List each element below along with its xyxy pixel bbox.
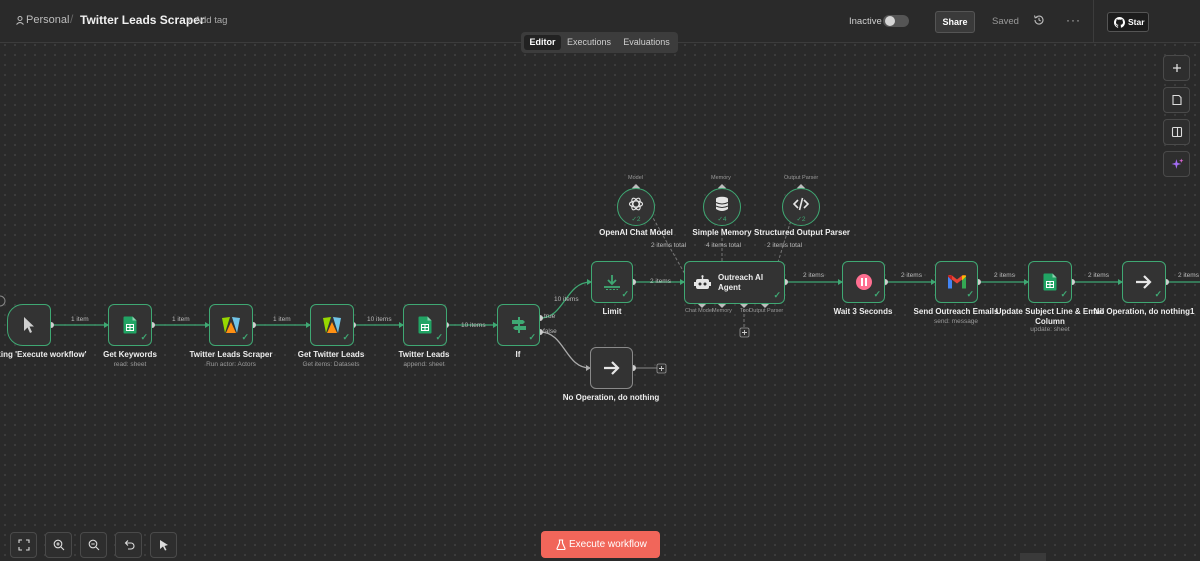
- cursor-icon: [160, 540, 168, 551]
- pause-icon: [855, 274, 872, 290]
- zoom-in-icon: [53, 539, 65, 551]
- success-check: ✓: [140, 332, 148, 342]
- edge-label-gmail: 2 items: [901, 272, 922, 279]
- database-icon: [715, 197, 729, 212]
- canvas-left-handle: [0, 295, 6, 307]
- execute-workflow-button[interactable]: Execute workflow: [541, 531, 660, 558]
- node-if[interactable]: ✓: [497, 304, 540, 346]
- success-check: ✓: [1060, 289, 1068, 299]
- robot-icon: [694, 275, 711, 289]
- memory-total-label: 4 items total: [706, 242, 742, 249]
- cursor-icon: [24, 317, 34, 333]
- zoom-out-button[interactable]: [80, 532, 107, 558]
- gmail-icon: [947, 275, 966, 289]
- edge-label-4: 10 items: [367, 316, 392, 323]
- apify-icon: [222, 317, 240, 333]
- node-label-agent: Outreach AI Agent: [718, 273, 764, 292]
- tidy-up-button[interactable]: [150, 532, 177, 558]
- node-update-subject-line[interactable]: ✓: [1028, 261, 1072, 303]
- node-get-twitter-leads[interactable]: ✓: [310, 304, 354, 346]
- edge-label-agent: 2 items: [650, 278, 671, 285]
- edge-label-5: 10 items: [461, 322, 486, 329]
- node-wait[interactable]: ✓: [842, 261, 885, 303]
- node-simple-memory[interactable]: ✓4: [703, 188, 741, 226]
- success-check: ✓: [435, 332, 443, 342]
- node-label-limit: Limit: [602, 307, 622, 316]
- plus-after-noop: [656, 363, 667, 374]
- node-structured-output-parser[interactable]: ✓2: [782, 188, 820, 226]
- zoom-in-button[interactable]: [45, 532, 72, 558]
- node-limit[interactable]: ✓: [591, 261, 633, 303]
- success-check: ✓: [342, 332, 350, 342]
- parser-total-label: 2 items total: [767, 242, 803, 249]
- agent-port-memory: Memory: [712, 308, 732, 314]
- memory-count: ✓4: [717, 216, 727, 223]
- if-false-label: false: [543, 328, 557, 335]
- edge-label-wait: 2 items: [803, 272, 824, 279]
- node-send-outreach-emails[interactable]: ✓: [935, 261, 978, 303]
- edge-label-2: 1 item: [172, 316, 190, 323]
- node-openai-chat-model[interactable]: ✓2: [617, 188, 655, 226]
- agent-port-output-parser: Output Parser: [749, 308, 784, 314]
- apify-icon: [323, 317, 341, 333]
- limit-icon: [604, 275, 620, 290]
- edge-label-update: 2 items: [994, 272, 1015, 279]
- success-check: ✓: [1154, 289, 1162, 299]
- node-no-operation-1[interactable]: ✓: [1122, 261, 1166, 303]
- edge-label-1: 1 item: [71, 316, 89, 323]
- agent-port-chat-model: Chat Model: [685, 308, 714, 314]
- success-check: ✓: [773, 290, 781, 300]
- success-check: ✓: [873, 289, 881, 299]
- openai-icon: [628, 198, 644, 211]
- google-sheets-icon: [1043, 273, 1057, 291]
- success-check: ✓: [966, 289, 974, 299]
- success-check: ✓: [528, 332, 536, 342]
- google-sheets-icon: [418, 316, 432, 334]
- arrow-right-icon: [603, 361, 620, 375]
- edge-label-limit: 10 items: [554, 296, 579, 303]
- undo-button[interactable]: [115, 532, 142, 558]
- zoom-out-icon: [88, 539, 100, 551]
- flask-icon: [556, 539, 566, 550]
- port-label-parser: Output Parser: [784, 175, 819, 181]
- model-total-label: 2 items total: [651, 242, 687, 249]
- success-check: ✓: [621, 289, 629, 299]
- port-label-model: Model: [628, 175, 643, 181]
- fit-view-button[interactable]: [10, 532, 37, 558]
- node-sub-update: update: sheet: [1030, 326, 1070, 333]
- branch-icon: [511, 317, 526, 333]
- plus-agent-tool: [739, 327, 750, 338]
- execute-label: Execute workflow: [569, 539, 647, 550]
- fit-view-icon: [18, 539, 30, 551]
- node-label-if: If: [515, 350, 521, 359]
- edge-label-noop1: 2 items: [1088, 272, 1109, 279]
- arrow-right-icon: [1136, 275, 1152, 289]
- node-label-parser: Structured Output Parser: [753, 228, 850, 237]
- node-twitter-leads[interactable]: ✓: [403, 304, 447, 346]
- google-sheets-icon: [123, 316, 137, 334]
- port-label-memory: Memory: [711, 175, 731, 181]
- node-sub-twitter-leads: append: sheet: [403, 361, 445, 368]
- edge-label-out: 2 items: [1178, 272, 1199, 279]
- success-check: ✓: [241, 332, 249, 342]
- node-outreach-ai-agent[interactable]: Outreach AI Agent ✓: [684, 261, 785, 304]
- node-twitter-leads-scraper[interactable]: ✓: [209, 304, 253, 346]
- node-label-noop1: No Operation, do nothing1: [1093, 307, 1195, 316]
- node-get-keywords[interactable]: ✓: [108, 304, 152, 346]
- parser-count: ✓2: [796, 216, 806, 223]
- openai-count: ✓2: [631, 216, 641, 223]
- code-icon: [793, 198, 809, 211]
- node-no-operation[interactable]: [590, 347, 633, 389]
- edge-label-3: 1 item: [273, 316, 291, 323]
- undo-icon: [124, 540, 135, 550]
- minimap-handle[interactable]: [1020, 553, 1046, 561]
- node-manual-trigger[interactable]: [7, 304, 51, 346]
- node-label-noop: No Operation, do nothing: [562, 393, 660, 402]
